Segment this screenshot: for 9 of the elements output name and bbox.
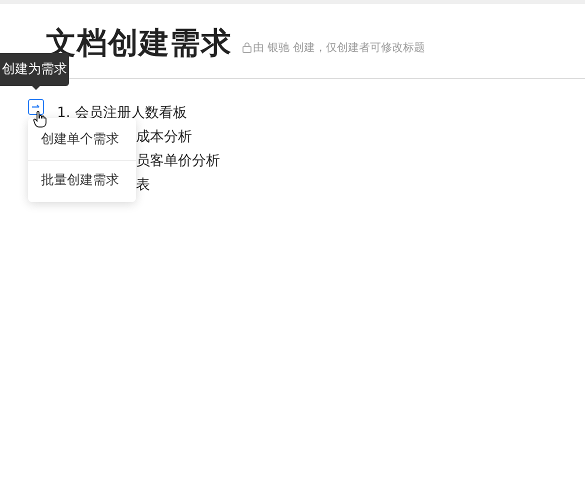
permission-note: 由 银驰 创建，仅创建者可修改标题: [253, 40, 425, 56]
menu-item[interactable]: 创建单个需求: [28, 120, 136, 160]
list-item: 成本分析: [136, 128, 192, 146]
menu-item[interactable]: 批量创建需求: [28, 160, 136, 200]
create-requirement-icon[interactable]: [28, 99, 44, 115]
lock-icon: [242, 42, 252, 54]
tooltip-arrow-icon: [32, 86, 40, 90]
list-item: 表: [136, 176, 150, 194]
list-item: 员客单价分析: [136, 152, 220, 170]
